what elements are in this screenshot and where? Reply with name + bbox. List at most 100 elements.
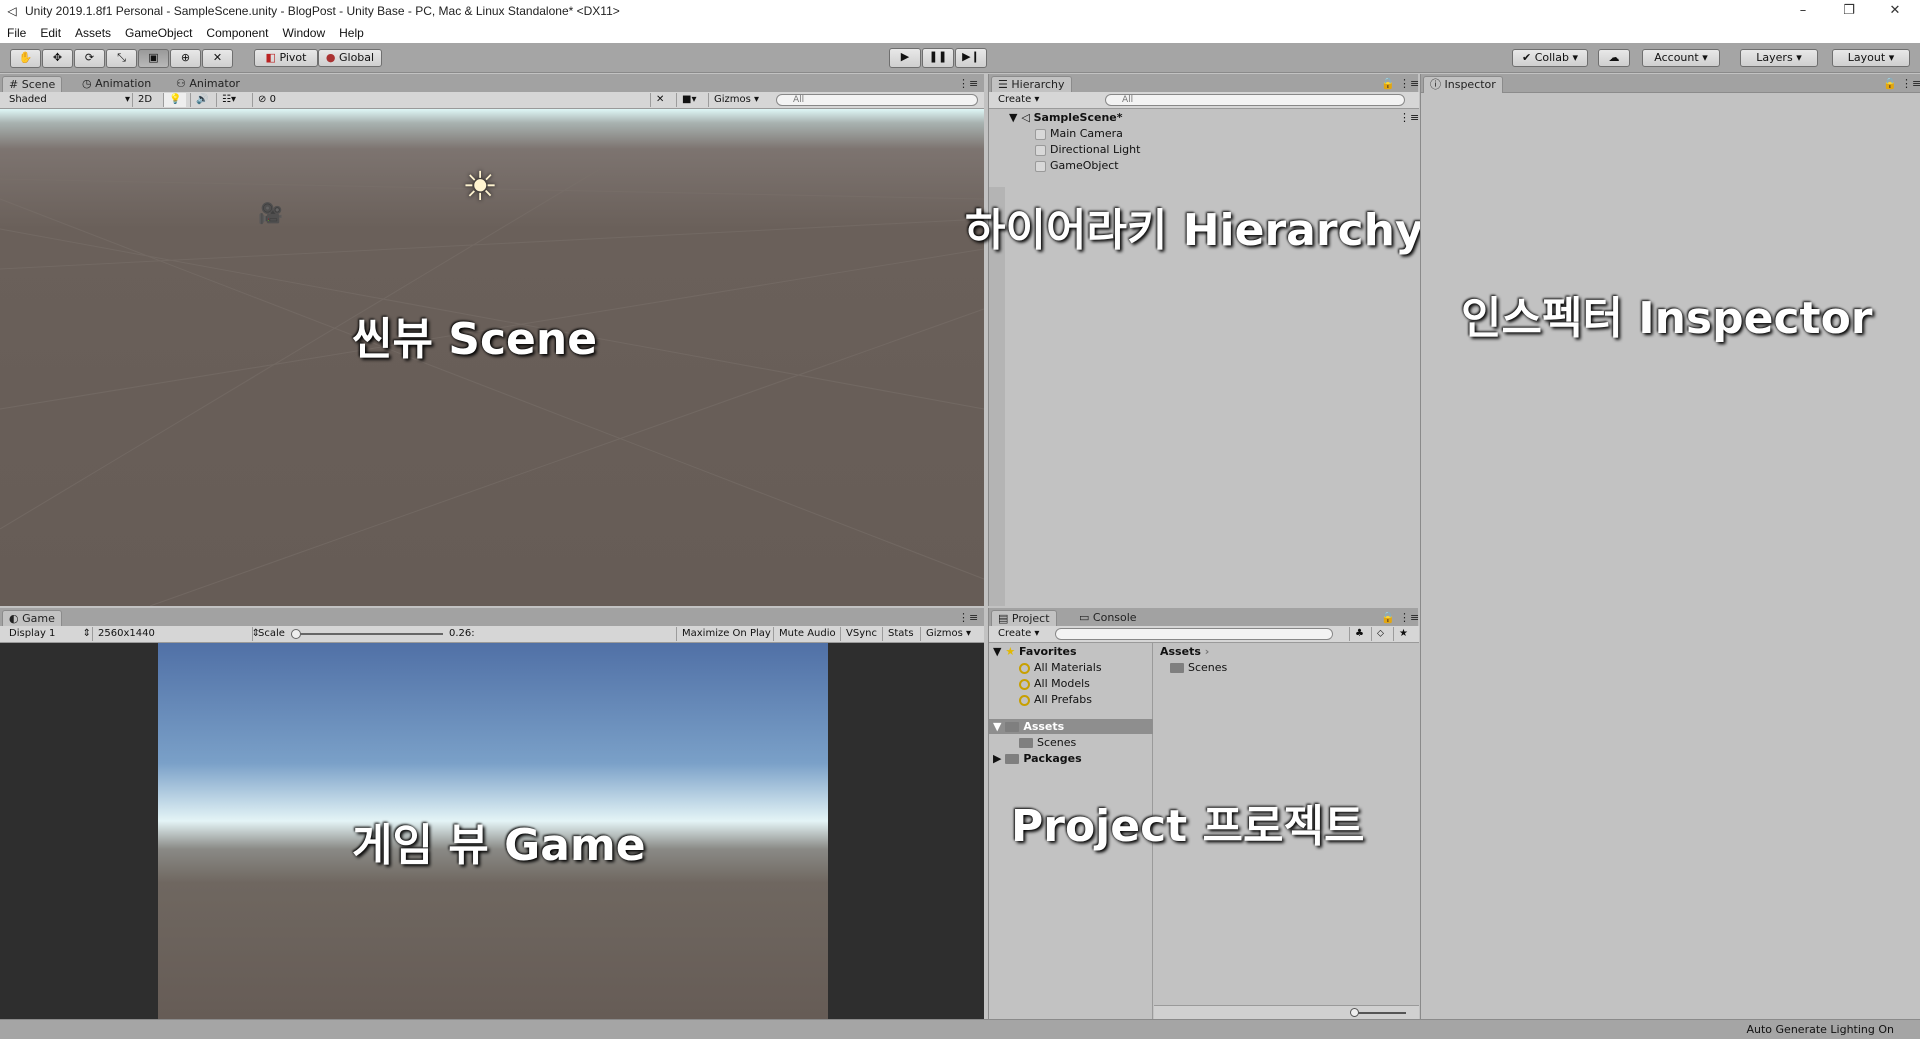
- pause-button[interactable]: ❚❚: [922, 48, 954, 68]
- cloud-button[interactable]: ☁: [1598, 49, 1630, 67]
- scene-viewport[interactable]: ☀ 🎥 씬뷰 Scene: [0, 109, 984, 606]
- maximize-on-play-toggle[interactable]: Maximize On Play: [676, 627, 776, 641]
- tab-hierarchy[interactable]: ☰ Hierarchy: [991, 76, 1072, 93]
- panel-menu-icon[interactable]: ⋮≡: [958, 610, 978, 626]
- favorites-folder[interactable]: ▼ ★ Favorites: [993, 645, 1077, 658]
- icon-size-slider-track[interactable]: [1354, 1012, 1406, 1014]
- lock-icon[interactable]: 🔒: [1381, 76, 1395, 92]
- panel-menu-icon[interactable]: ⋮≡: [1901, 76, 1920, 92]
- hierarchy-item[interactable]: Main Camera: [1035, 127, 1123, 140]
- favorites-item[interactable]: All Materials: [1019, 661, 1102, 674]
- menu-window[interactable]: Window: [275, 26, 332, 40]
- content-item[interactable]: Scenes: [1170, 661, 1227, 674]
- favorites-item[interactable]: All Models: [1019, 677, 1090, 690]
- assets-subfolder[interactable]: Scenes: [1019, 736, 1076, 749]
- filter-type-icon[interactable]: ♣: [1349, 627, 1369, 641]
- packages-folder[interactable]: ▶ Packages: [993, 752, 1082, 765]
- pivot-toggle[interactable]: ◧ Pivot: [254, 49, 318, 67]
- global-toggle[interactable]: ● Global: [318, 49, 382, 67]
- vsync-toggle[interactable]: VSync: [840, 627, 882, 641]
- menu-component[interactable]: Component: [199, 26, 275, 40]
- layout-dropdown[interactable]: Layout ▾: [1832, 49, 1910, 67]
- hierarchy-panel: ☰ Hierarchy 🔒 ⋮≡ Create ▾ All ▼ ◁ Sample…: [965, 74, 1424, 606]
- lock-icon[interactable]: 🔒: [1883, 76, 1897, 92]
- audio-toggle-icon[interactable]: 🔊: [190, 93, 213, 107]
- lock-icon[interactable]: 🔒: [1381, 610, 1395, 626]
- menu-gameobject[interactable]: GameObject: [118, 26, 199, 40]
- scene-tools-icon[interactable]: ✕: [650, 93, 669, 107]
- display-dropdown[interactable]: Display 1 ⇕: [4, 627, 94, 641]
- collab-dropdown[interactable]: ✔ Collab ▾: [1512, 49, 1588, 67]
- tab-project[interactable]: ▤ Project: [991, 610, 1057, 627]
- gizmos-dropdown[interactable]: Gizmos ▾: [708, 93, 764, 107]
- play-button[interactable]: ▶: [889, 48, 921, 68]
- packages-label: Packages: [1023, 752, 1082, 765]
- status-bar: Auto Generate Lighting On: [0, 1019, 1920, 1039]
- hidden-objects-toggle[interactable]: ⊘ 0: [252, 93, 281, 107]
- move-tool-icon[interactable]: ✥: [42, 49, 73, 68]
- scene-search-input[interactable]: All: [776, 94, 978, 106]
- hierarchy-item-label: Main Camera: [1050, 127, 1123, 140]
- scene-tabstrip: # Scene ◷ Animation ⚇ Animator ⋮≡: [0, 74, 984, 93]
- unity-logo-icon: ◁: [7, 4, 17, 18]
- menu-assets[interactable]: Assets: [68, 26, 118, 40]
- panel-menu-icon[interactable]: ⋮≡: [958, 76, 978, 92]
- tab-animation[interactable]: ◷ Animation: [76, 76, 157, 92]
- hierarchy-create-dropdown[interactable]: Create ▾: [993, 93, 1044, 107]
- menu-help[interactable]: Help: [332, 26, 371, 40]
- tab-inspector[interactable]: ⓘ Inspector: [1423, 76, 1503, 93]
- display-label: Display 1: [9, 628, 56, 639]
- panel-menu-icon[interactable]: ⋮≡: [1399, 610, 1419, 626]
- camera-gizmo-icon[interactable]: 🎥: [258, 201, 283, 225]
- game-viewport[interactable]: 게임 뷰 Game: [0, 643, 984, 1019]
- folder-tab-icon: ▤: [998, 612, 1009, 625]
- directional-light-icon[interactable]: ☀: [460, 167, 500, 207]
- rotate-tool-icon[interactable]: ⟳: [74, 49, 105, 68]
- favorites-star-icon[interactable]: ★: [1393, 627, 1413, 641]
- custom-tool-icon[interactable]: ✕: [202, 49, 233, 68]
- tab-game[interactable]: ◐ Game: [2, 610, 62, 627]
- filter-label-icon[interactable]: ⬦: [1371, 627, 1389, 641]
- step-button[interactable]: ▶❙: [955, 48, 987, 68]
- hierarchy-item[interactable]: GameObject: [1035, 159, 1119, 172]
- scene-root-label: SampleScene*: [1033, 111, 1123, 124]
- assets-folder-selected[interactable]: ▼ Assets: [989, 719, 1153, 734]
- scene-root-item[interactable]: ▼ ◁ SampleScene*: [1009, 111, 1122, 124]
- resolution-dropdown[interactable]: 2560x1440 ⇕: [92, 627, 263, 641]
- lighting-toggle-icon[interactable]: 💡: [163, 93, 187, 107]
- hierarchy-item[interactable]: Directional Light: [1035, 143, 1140, 156]
- stats-toggle[interactable]: Stats: [882, 627, 919, 641]
- shading-dropdown[interactable]: Shaded ▾: [4, 93, 134, 107]
- panel-menu-icon[interactable]: ⋮≡: [1399, 76, 1419, 92]
- scale-slider-track[interactable]: [293, 633, 443, 635]
- minimize-button[interactable]: –: [1780, 0, 1826, 22]
- hand-tool-icon[interactable]: ✋: [10, 49, 41, 68]
- game-gizmos-dropdown[interactable]: Gizmos ▾: [920, 627, 976, 641]
- mode-2d-toggle[interactable]: 2D: [132, 93, 157, 107]
- mute-audio-toggle[interactable]: Mute Audio: [773, 627, 841, 641]
- chevron-down-icon: ▾: [124, 94, 130, 105]
- tab-console[interactable]: ▭ Console: [1073, 610, 1143, 626]
- account-dropdown[interactable]: Account ▾: [1642, 49, 1720, 67]
- transform-tool-icon[interactable]: ⊕: [170, 49, 201, 68]
- expand-arrow-icon: ▼: [993, 720, 1002, 733]
- icon-size-slider-thumb[interactable]: [1350, 1008, 1359, 1017]
- scene-menu-icon[interactable]: ⋮≡: [1399, 111, 1419, 124]
- camera-dropdown-icon[interactable]: ■▾: [676, 93, 701, 107]
- rect-tool-icon[interactable]: ▣: [138, 49, 169, 68]
- tab-scene[interactable]: # Scene: [2, 76, 63, 93]
- project-search-input[interactable]: [1055, 628, 1333, 640]
- close-button[interactable]: ✕: [1872, 0, 1918, 22]
- restore-button[interactable]: ❐: [1826, 0, 1872, 22]
- scale-tool-icon[interactable]: ⤡: [106, 49, 137, 68]
- layers-dropdown[interactable]: Layers ▾: [1740, 49, 1818, 67]
- favorites-item[interactable]: All Prefabs: [1019, 693, 1092, 706]
- breadcrumb[interactable]: Assets ›: [1160, 645, 1209, 658]
- menu-file[interactable]: File: [0, 26, 33, 40]
- effects-dropdown-icon[interactable]: ☷▾: [216, 93, 241, 107]
- tab-animator[interactable]: ⚇ Animator: [170, 76, 246, 92]
- scale-slider-thumb[interactable]: [291, 629, 301, 639]
- menu-edit[interactable]: Edit: [33, 26, 68, 40]
- project-create-dropdown[interactable]: Create ▾: [993, 627, 1044, 641]
- hierarchy-search-input[interactable]: All: [1105, 94, 1405, 106]
